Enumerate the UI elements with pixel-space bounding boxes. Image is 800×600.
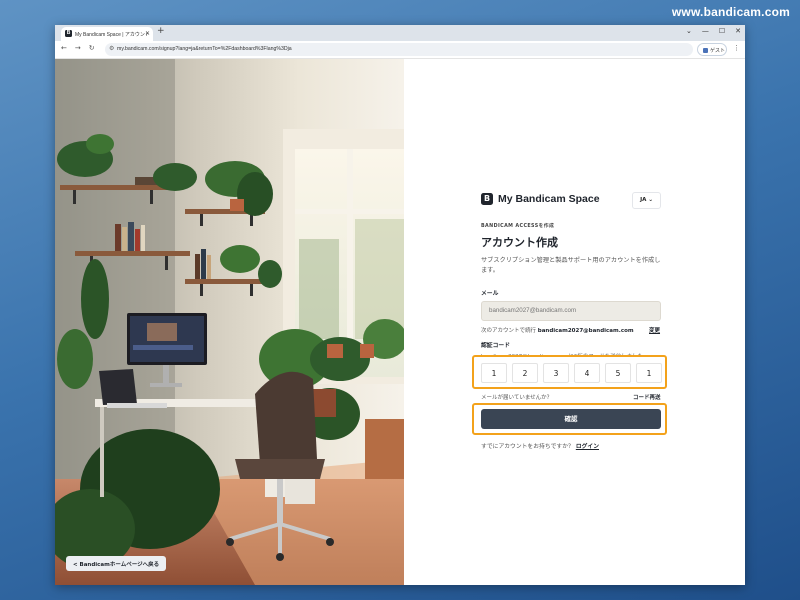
maximize-icon[interactable]: ☐ <box>719 27 725 35</box>
eyebrow-text: BANDICAM ACCESSを作成 <box>481 224 555 229</box>
profile-button[interactable]: ゲスト <box>697 43 727 56</box>
language-value: JA <box>640 197 647 203</box>
email-field: bandicam2027@bandicam.com <box>481 301 661 321</box>
window-controls: ⌄ — ☐ ✕ <box>686 27 741 35</box>
code-digit-input[interactable]: 1 <box>481 363 507 383</box>
brand: B My Bandicam Space <box>481 193 600 205</box>
page-title: アカウント作成 <box>481 236 558 249</box>
code-digit-input[interactable]: 1 <box>636 363 662 383</box>
reload-icon[interactable]: ↻ <box>89 44 95 52</box>
minimize-icon[interactable]: — <box>702 27 709 35</box>
browser-toolbar: ← → ↻ ⚙ my.bandicam.com/signup?lang=ja&r… <box>55 41 745 59</box>
profile-label: ゲスト <box>710 48 726 54</box>
continue-email: bandicam2027@bandicam.com <box>537 328 634 334</box>
email-label: メール <box>481 291 499 297</box>
bandicam-logo-icon: B <box>481 193 493 205</box>
verify-button[interactable]: 確認 <box>481 409 661 429</box>
tab-close-icon[interactable]: ✕ <box>145 30 150 37</box>
bandicam-watermark: www.bandicam.com <box>671 5 790 19</box>
code-digit-input[interactable]: 4 <box>574 363 600 383</box>
nav-buttons: ← → ↻ <box>61 44 95 52</box>
resend-code-link[interactable]: コード再送 <box>633 393 661 401</box>
have-account-prompt: すでにアカウントをお持ちですか？ <box>481 444 574 450</box>
forward-arrow-icon[interactable]: → <box>75 44 81 52</box>
profile-icon <box>703 48 708 53</box>
have-account-text: すでにアカウントをお持ちですか？ ログイン <box>481 441 599 450</box>
url-text: my.bandicam.com/signup?lang=ja&returnTo=… <box>117 46 292 52</box>
verification-code-label: 認証コード <box>481 343 510 349</box>
chevron-down-icon[interactable]: ⌄ <box>686 27 692 35</box>
browser-titlebar: B My Bandicam Space | アカウント ✕ + ⌄ — ☐ ✕ <box>55 25 745 41</box>
verification-code-input: 1 2 3 4 5 1 <box>481 363 662 383</box>
brand-name: My Bandicam Space <box>498 193 600 205</box>
page-content: < Bandicamホームページへ戻る B My Bandicam Space … <box>55 59 745 585</box>
continue-prefix: 次のアカウントで続行 <box>481 328 537 334</box>
site-info-icon[interactable]: ⚙ <box>109 45 114 52</box>
chevron-down-icon: ⌄ <box>648 197 653 203</box>
bandicam-favicon-icon: B <box>65 30 72 37</box>
code-digit-input[interactable]: 5 <box>605 363 631 383</box>
code-digit-input[interactable]: 3 <box>543 363 569 383</box>
close-window-icon[interactable]: ✕ <box>735 27 741 35</box>
back-arrow-icon[interactable]: ← <box>61 44 67 52</box>
hero-image: < Bandicamホームページへ戻る <box>55 59 404 585</box>
continue-as-text: 次のアカウントで続行 bandicam2027@bandicam.com <box>481 326 634 334</box>
page-description: サブスクリプション管理と製品サポート用のアカウントを作成します。 <box>481 257 661 274</box>
back-to-homepage-button[interactable]: < Bandicamホームページへ戻る <box>66 556 167 571</box>
kebab-menu-icon[interactable]: ⋮ <box>733 44 740 52</box>
new-tab-icon[interactable]: + <box>157 26 165 36</box>
browser-window: B My Bandicam Space | アカウント ✕ + ⌄ — ☐ ✕ … <box>55 25 745 585</box>
address-bar[interactable]: ⚙ my.bandicam.com/signup?lang=ja&returnT… <box>105 43 693 56</box>
browser-tab[interactable]: B My Bandicam Space | アカウント ✕ <box>61 27 153 41</box>
login-link[interactable]: ログイン <box>576 444 599 450</box>
tab-title: My Bandicam Space | アカウント <box>75 32 150 38</box>
language-selector[interactable]: JA ⌄ <box>632 192 661 209</box>
signup-panel: B My Bandicam Space JA ⌄ BANDICAM ACCESS… <box>404 59 745 585</box>
no-email-text: メールが届いていませんか？ <box>481 395 553 401</box>
change-email-link[interactable]: 変更 <box>649 326 660 334</box>
home-office-illustration <box>55 59 404 585</box>
code-digit-input[interactable]: 2 <box>512 363 538 383</box>
